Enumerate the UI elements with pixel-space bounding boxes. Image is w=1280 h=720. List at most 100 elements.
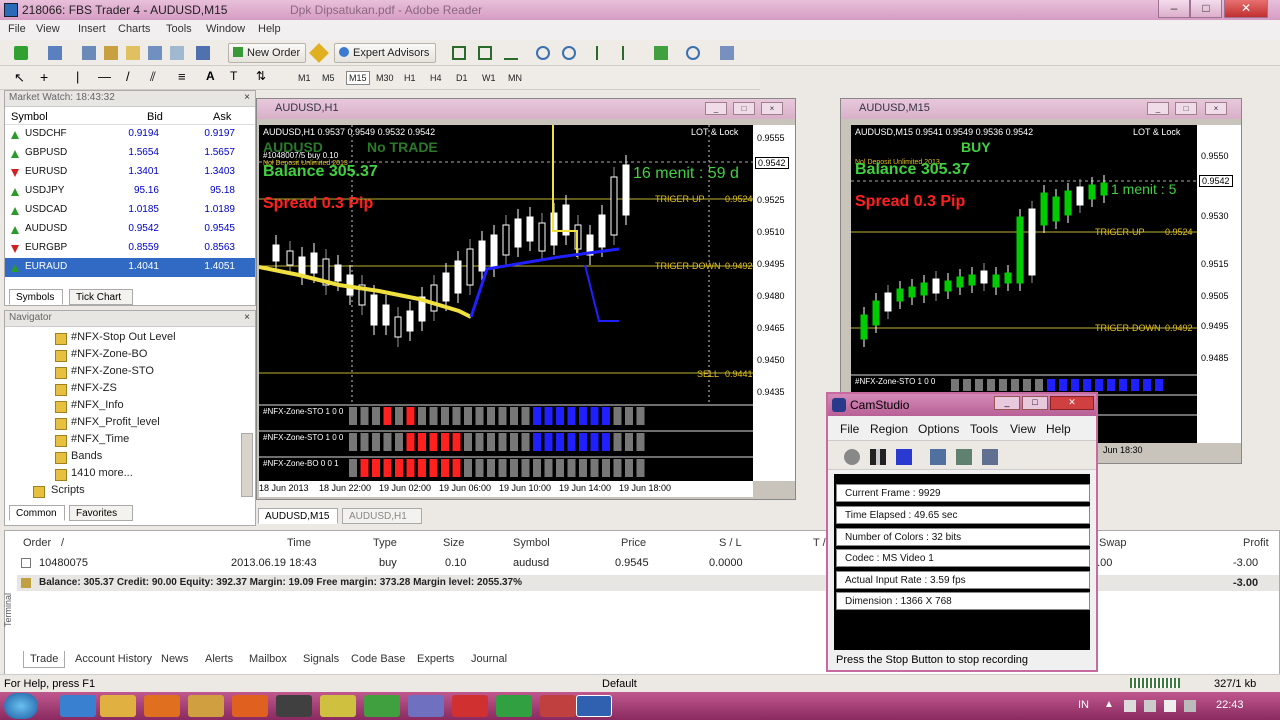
timeframe-m1[interactable]: M1 — [298, 73, 311, 83]
maximize-button[interactable]: □ — [1022, 396, 1048, 410]
media-player-icon[interactable] — [144, 695, 180, 717]
market-watch-icon[interactable] — [82, 46, 96, 60]
market-row[interactable]: USDCAD 1.0185 1.0189 — [5, 201, 255, 220]
navigator-item[interactable]: #NFX-Zone-BO — [71, 348, 147, 360]
cam-menu-tools[interactable]: Tools — [970, 422, 998, 436]
menu-insert[interactable]: Insert — [78, 23, 106, 35]
pause-icon[interactable] — [870, 449, 886, 465]
close-button[interactable]: ✕ — [1050, 396, 1094, 410]
tab-symbols[interactable]: Symbols — [9, 289, 63, 305]
metatrader-task-icon[interactable] — [576, 695, 612, 717]
cam-menu-view[interactable]: View — [1010, 422, 1036, 436]
menu-tools[interactable]: Tools — [166, 23, 192, 35]
tab-signals[interactable]: Signals — [297, 651, 345, 667]
app-icon-9[interactable] — [408, 695, 444, 717]
cam-menu-options[interactable]: Options — [918, 422, 959, 436]
market-row[interactable]: AUDUSD 0.9542 0.9545 — [5, 220, 255, 239]
profiles-icon[interactable] — [48, 46, 62, 60]
market-row[interactable]: GBPUSD 1.5654 1.5657 — [5, 144, 255, 163]
column-size[interactable]: Size — [443, 537, 464, 549]
market-row[interactable]: EURUSD 1.3401 1.3403 — [5, 163, 255, 182]
strategy-tester-icon[interactable] — [170, 46, 184, 60]
text-label-icon[interactable]: T — [230, 69, 237, 83]
explorer-icon[interactable] — [100, 695, 136, 717]
clock[interactable]: 22:43 — [1216, 699, 1244, 711]
column-ask[interactable]: Ask — [213, 111, 231, 123]
timeframe-h1[interactable]: H1 — [404, 73, 416, 83]
cursor-icon[interactable]: ↖ — [14, 70, 25, 86]
cam-menu-file[interactable]: File — [840, 422, 859, 436]
horizontal-line-icon[interactable]: — — [98, 69, 111, 84]
swf-icon[interactable] — [982, 449, 998, 465]
column-price[interactable]: Price — [621, 537, 646, 549]
column-symbol[interactable]: Symbol — [513, 537, 550, 549]
column-time[interactable]: Time — [287, 537, 311, 549]
winrar-icon[interactable] — [540, 695, 576, 717]
terminal-icon[interactable] — [148, 46, 162, 60]
new-chart-icon[interactable] — [14, 46, 28, 60]
tab-tick-chart[interactable]: Tick Chart — [69, 289, 133, 305]
column-sl[interactable]: S / L — [719, 537, 742, 549]
column-symbol[interactable]: Symbol — [11, 111, 48, 123]
chart-maximize-button[interactable]: □ — [1175, 102, 1197, 115]
chart-h1-plot[interactable]: AUDUSD,H1 0.9537 0.9549 0.9532 0.9542 LO… — [259, 125, 753, 481]
autoscroll-icon[interactable] — [622, 46, 636, 60]
firefox-icon[interactable] — [232, 695, 268, 717]
tab-audusd-h1[interactable]: AUDUSD,H1 — [342, 508, 422, 524]
close-button[interactable]: ✕ — [1224, 0, 1268, 18]
cam-menu-region[interactable]: Region — [870, 422, 908, 436]
column-swap[interactable]: Swap — [1099, 537, 1127, 549]
new-order-button[interactable]: New Order — [228, 43, 306, 63]
candlesticks-icon[interactable] — [478, 46, 492, 60]
timeframe-mn[interactable]: MN — [508, 73, 522, 83]
minimize-button[interactable]: – — [1158, 0, 1190, 18]
text-icon[interactable]: A — [206, 69, 215, 83]
chart-close-button[interactable]: × — [761, 102, 783, 115]
fibonacci-icon[interactable]: ≡ — [178, 69, 186, 84]
menu-window[interactable]: Window — [206, 23, 245, 35]
close-icon[interactable]: × — [244, 312, 250, 323]
indicators-icon[interactable] — [654, 46, 668, 60]
templates-icon[interactable] — [720, 46, 734, 60]
menu-help[interactable]: Help — [258, 23, 281, 35]
tab-audusd-m15[interactable]: AUDUSD,M15 — [258, 508, 338, 524]
app-icon-8[interactable] — [364, 695, 400, 717]
menu-view[interactable]: View — [36, 23, 60, 35]
market-row[interactable]: USDCHF 0.9194 0.9197 — [5, 125, 255, 144]
app-icon-7[interactable] — [320, 695, 356, 717]
network-icon[interactable] — [1184, 700, 1196, 712]
language-indicator[interactable]: IN — [1078, 699, 1089, 711]
zoom-out-icon[interactable] — [562, 46, 576, 60]
tab-account-history[interactable]: Account History — [69, 651, 158, 667]
timeframe-m15[interactable]: M15 — [346, 71, 370, 85]
timeframe-w1[interactable]: W1 — [482, 73, 496, 83]
tab-news[interactable]: News — [155, 651, 195, 667]
metaeditor-icon[interactable] — [309, 43, 329, 63]
webcam-icon[interactable] — [956, 449, 972, 465]
navigator-item[interactable]: #NFX-Stop Out Level — [71, 331, 176, 343]
maximize-button[interactable]: □ — [1190, 0, 1222, 18]
chart-minimize-button[interactable]: _ — [705, 102, 727, 115]
data-window-icon[interactable] — [104, 46, 118, 60]
timeframe-h4[interactable]: H4 — [430, 73, 442, 83]
start-button[interactable] — [4, 693, 38, 719]
navigator-item[interactable]: Bands — [71, 450, 102, 462]
navigator-scrollbar[interactable] — [241, 433, 253, 497]
column-type[interactable]: Type — [373, 537, 397, 549]
market-row[interactable]: USDJPY 95.16 95.18 — [5, 182, 255, 201]
chart-minimize-button[interactable]: _ — [1147, 102, 1169, 115]
navigator-item[interactable]: #NFX_Info — [71, 399, 124, 411]
arrows-icon[interactable]: ⇅ — [256, 69, 266, 83]
navigator-item[interactable]: #NFX_Time — [71, 433, 129, 445]
column-order[interactable]: Order — [23, 537, 51, 549]
tray-icon[interactable] — [1144, 700, 1156, 712]
chart-maximize-button[interactable]: □ — [733, 102, 755, 115]
minimize-button[interactable]: _ — [994, 396, 1020, 410]
ie-icon[interactable] — [60, 695, 96, 717]
navigator-item[interactable]: #NFX-ZS — [71, 382, 117, 394]
tab-code-base[interactable]: Code Base — [345, 651, 411, 667]
tab-favorites[interactable]: Favorites — [69, 505, 133, 521]
close-icon[interactable]: × — [244, 92, 250, 103]
excel-icon[interactable] — [496, 695, 532, 717]
tray-arrow-icon[interactable]: ▲ — [1104, 699, 1114, 710]
